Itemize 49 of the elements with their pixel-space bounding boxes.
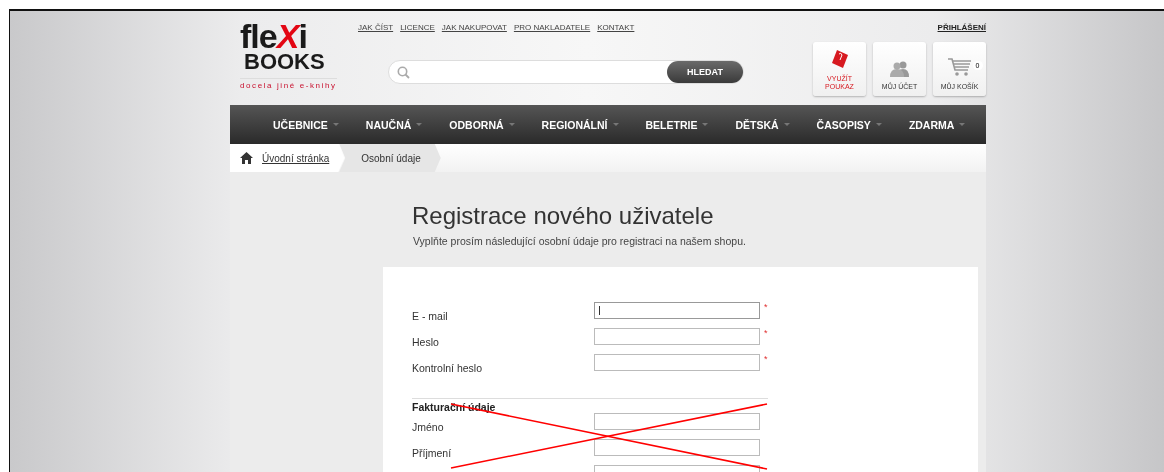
search-field[interactable]: HLEDAT [388,60,744,84]
logo-tagline: docela jiné e-knihy [240,78,337,90]
caret-icon [508,123,515,126]
caret-icon [612,123,619,126]
top-link[interactable]: LICENCE [400,23,435,32]
nav-link[interactable]: UČEBNICE [273,118,328,131]
field-label: Jméno [412,420,445,433]
cart-icon [946,57,973,77]
required-mark: * [764,328,768,338]
logo-text: BOOKS [244,51,325,73]
field-label: E - mail [412,309,449,322]
caret-icon [959,123,966,126]
input-field[interactable] [594,413,760,430]
caret-icon [332,123,339,126]
nav-link[interactable]: ZDARMA [908,118,955,131]
caret-icon [416,123,423,126]
field-label: Heslo [412,335,440,348]
login-link[interactable]: PŘIHLÁŠENÍ [937,23,986,32]
page-subtitle: Vyplňte prosím následující osobní údaje pro registraci na našem shopu. [413,235,747,247]
nav-link[interactable]: DĚTSKÁ [735,118,779,131]
caret-icon [783,123,790,126]
nav-link[interactable]: NAUČNÁ [365,118,412,131]
required-mark: * [764,354,768,364]
top-link[interactable]: JAK ČÍST [358,23,394,32]
field-label: Kontrolní heslo [412,361,484,374]
input-field[interactable] [594,354,760,371]
caret-icon [875,123,882,126]
top-link[interactable]: PRO NAKLADATELE [513,23,591,32]
nav-link[interactable]: ODBORNÁ [449,118,504,131]
breadcrumb-current: Osobní údaje [339,144,441,172]
search-icon [397,65,410,79]
logo-wordmark[interactable]: fleXi [240,21,307,51]
caret-icon [702,123,709,126]
top-link[interactable]: KONTAKT [597,23,635,32]
voucher-icon [830,49,849,69]
required-mark: * [764,302,768,312]
input-field[interactable] [594,302,760,319]
home-icon [240,152,253,164]
nav-link[interactable]: BELETRIE [645,118,698,131]
top-link[interactable]: JAK NAKUPOVAT [441,23,507,32]
people-icon [888,61,911,77]
nav-link[interactable]: ČASOPISY [816,118,871,131]
page-title: Registrace nového uživatele [412,202,715,230]
input-field[interactable] [594,328,760,345]
search-button[interactable]: HLEDAT [667,61,743,83]
input-field[interactable] [594,439,760,456]
nav-link[interactable]: REGIONÁLNÍ [541,118,608,131]
text-cursor [599,306,600,315]
field-label: Příjmení [412,446,453,459]
